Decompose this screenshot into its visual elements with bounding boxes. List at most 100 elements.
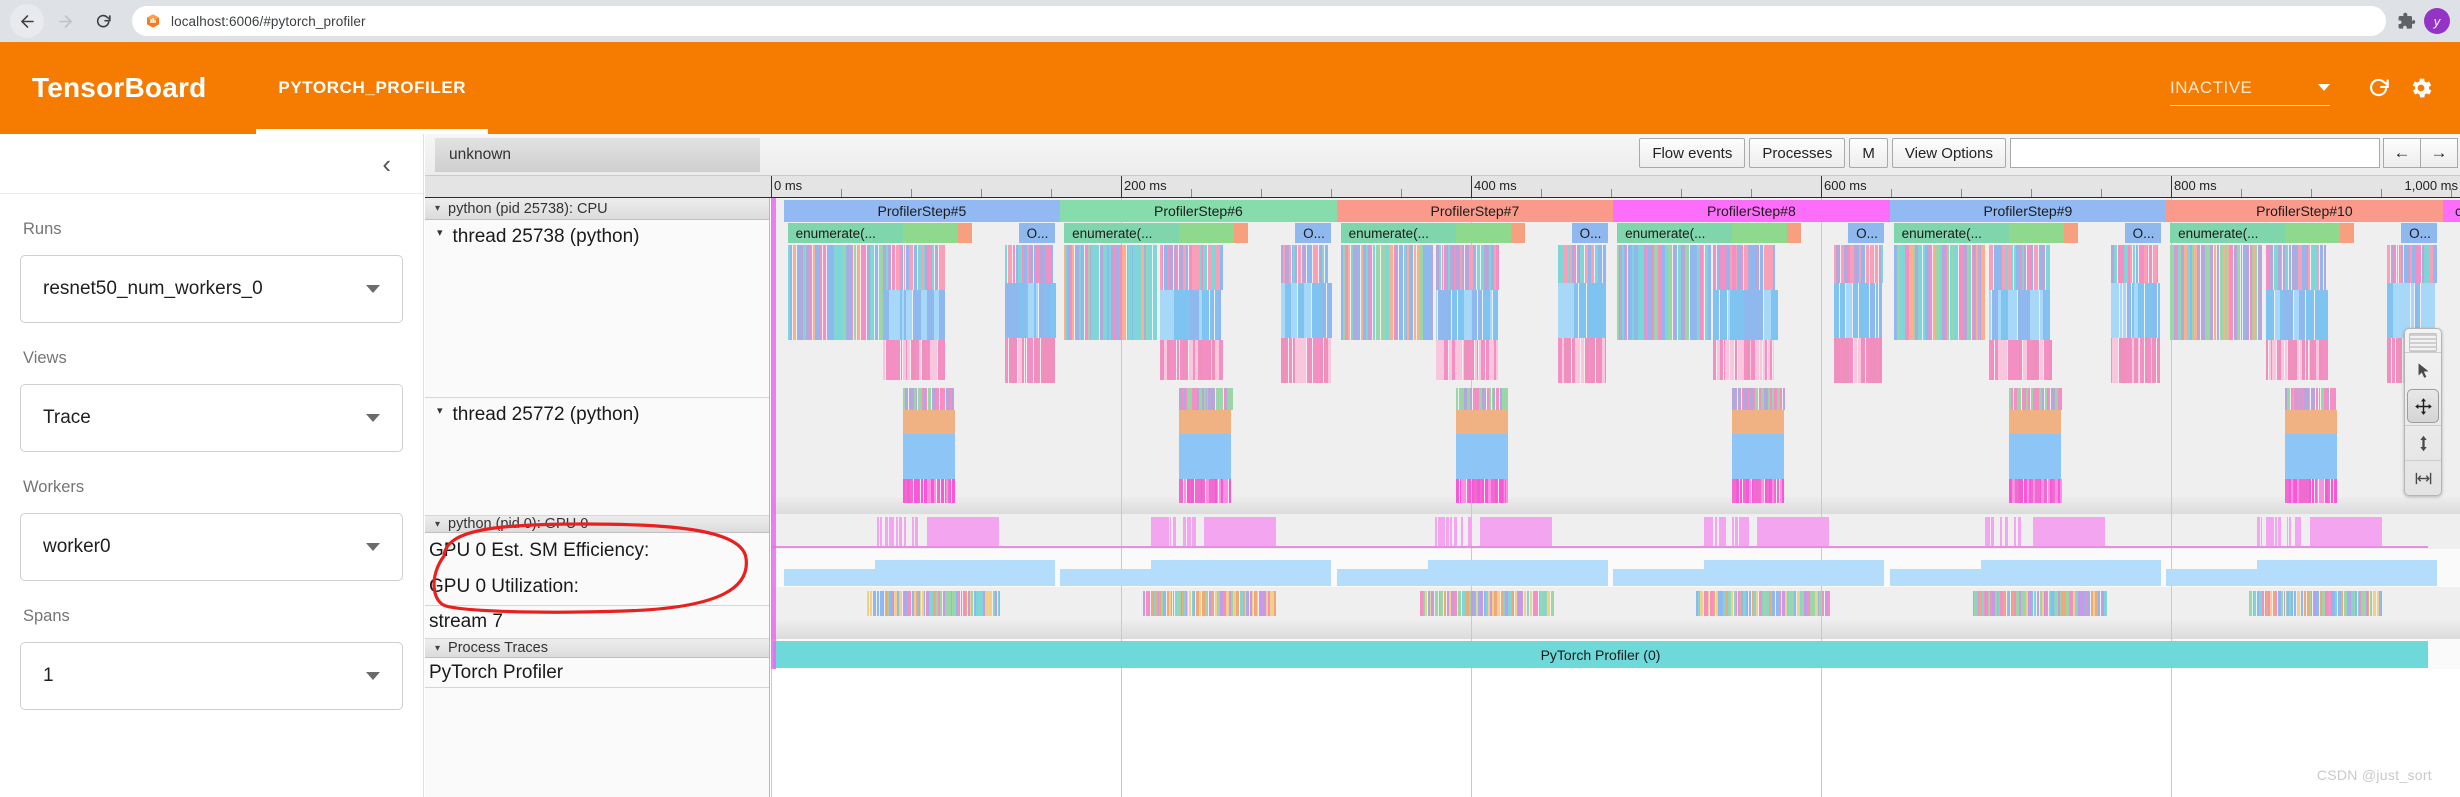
time-cursor[interactable] (771, 198, 776, 669)
slice-enumerate[interactable]: enumerate(... (788, 223, 904, 243)
trace-slice[interactable] (1746, 591, 1748, 616)
trace-slice[interactable] (2255, 245, 2257, 340)
trace-slice[interactable] (1755, 340, 1759, 380)
trace-slice[interactable] (2306, 340, 2308, 380)
trace-slice[interactable] (1981, 517, 1983, 546)
trace-slice[interactable] (1465, 479, 1466, 503)
trace-slice[interactable] (2011, 388, 2013, 410)
trace-slice[interactable] (2317, 479, 2318, 503)
trace-slice[interactable] (2302, 340, 2305, 380)
row-label-stream-7[interactable]: stream 7 (425, 606, 769, 639)
trace-slice[interactable] (1715, 340, 1716, 380)
row-label-thread-25772[interactable]: ▾ thread 25772 (python) (425, 398, 769, 516)
trace-slice[interactable] (909, 245, 913, 290)
trace-slice[interactable] (1173, 591, 1174, 616)
trace-slice[interactable] (1493, 290, 1498, 340)
trace-slice[interactable] (1574, 283, 1578, 338)
gpu-utilization-segment[interactable] (1337, 569, 1428, 586)
trace-slice[interactable] (1851, 338, 1853, 383)
trace-slice[interactable] (1444, 517, 1445, 546)
trace-slice[interactable] (2038, 591, 2039, 616)
pan-move-icon[interactable] (2407, 389, 2439, 423)
trace-slice[interactable] (914, 245, 917, 290)
slice-orange[interactable] (958, 223, 972, 243)
trace-slice[interactable] (1187, 340, 1188, 380)
prev-result-button[interactable]: ← (2383, 138, 2421, 168)
sm-efficiency-pulse[interactable] (1480, 517, 1552, 546)
trace-slice[interactable] (2272, 340, 2276, 380)
trace-slice[interactable] (935, 340, 937, 380)
trace-slice[interactable] (2009, 434, 2061, 479)
trace-slice[interactable] (1414, 245, 1416, 340)
trace-slice[interactable] (2289, 517, 2291, 546)
trace-slice[interactable] (2297, 591, 2300, 616)
trace-slice[interactable] (966, 591, 967, 616)
trace-slice[interactable] (1761, 340, 1762, 380)
trace-slice[interactable] (2021, 479, 2023, 503)
gpu-utilization-segment[interactable] (2166, 569, 2257, 586)
trace-slice[interactable] (1870, 283, 1875, 338)
trace-slice[interactable] (2290, 245, 2291, 290)
group-header-cpu[interactable]: ▾ python (pid 25738): CPU (425, 198, 769, 220)
trace-slice[interactable] (1496, 388, 1499, 410)
runs-select[interactable]: resnet50_num_workers_0 (20, 255, 403, 323)
trace-slice[interactable] (1316, 245, 1318, 283)
trace-slice[interactable] (1303, 338, 1306, 383)
trace-slice[interactable] (1435, 591, 1438, 616)
trace-slice[interactable] (1205, 591, 1208, 616)
trace-slice[interactable] (1735, 340, 1737, 380)
trace-slice[interactable] (2287, 517, 2288, 546)
trace-slice[interactable] (2317, 245, 2319, 290)
trace-slice[interactable] (2316, 388, 2318, 410)
trace-slice[interactable] (1370, 245, 1372, 340)
trace-slice[interactable] (1432, 245, 1433, 340)
trace-slice[interactable] (1983, 245, 1985, 340)
trace-slice[interactable] (2127, 283, 2131, 338)
trace-slice[interactable] (2041, 245, 2045, 290)
trace-slice[interactable] (1470, 388, 1472, 410)
trace-slice[interactable] (2341, 591, 2343, 616)
trace-slice[interactable] (2197, 245, 2200, 340)
trace-slice[interactable] (1485, 388, 1486, 410)
trace-slice[interactable] (1174, 290, 1181, 340)
trace-slice[interactable] (1474, 290, 1477, 340)
trace-slice[interactable] (1483, 340, 1485, 380)
trace-slice[interactable] (1179, 434, 1231, 479)
trace-slice[interactable] (1038, 338, 1040, 383)
trace-slice[interactable] (919, 517, 921, 546)
trace-slice[interactable] (2138, 283, 2144, 338)
trace-slice[interactable] (2379, 591, 2382, 616)
trace-slice[interactable] (2241, 245, 2242, 340)
trace-slice[interactable] (1875, 245, 1878, 283)
trace-slice[interactable] (2040, 340, 2043, 380)
trace-slice[interactable] (2262, 517, 2265, 546)
trace-slice[interactable] (1579, 283, 1586, 338)
trace-slice[interactable] (1871, 245, 1874, 283)
trace-slice[interactable] (1731, 591, 1733, 616)
trace-slice[interactable] (2304, 591, 2306, 616)
trace-slice[interactable] (1780, 388, 1782, 410)
profiler-step-bar[interactable]: ProfilerStep#7 (1337, 200, 1614, 222)
trace-slice[interactable] (1304, 245, 1306, 283)
trace-slice[interactable] (1226, 479, 1228, 503)
trace-slice[interactable] (2158, 283, 2160, 338)
trace-slice[interactable] (2016, 517, 2017, 546)
trace-slice[interactable] (1478, 290, 1482, 340)
trace-slice[interactable] (939, 479, 940, 503)
trace-slice[interactable] (2028, 388, 2030, 410)
trace-slice[interactable] (1853, 283, 1858, 338)
trace-slice[interactable] (996, 591, 997, 616)
trace-slice[interactable] (1480, 591, 1483, 616)
trace-slice[interactable] (875, 517, 876, 546)
trace-slice[interactable] (1162, 245, 1163, 290)
trace-slice[interactable] (1582, 245, 1584, 283)
trace-slice[interactable] (2032, 290, 2039, 340)
trace-slice[interactable] (1496, 340, 1498, 380)
trace-slice[interactable] (2387, 338, 2391, 383)
trace-slice[interactable] (1052, 338, 1055, 383)
trace-slice[interactable] (1473, 245, 1476, 290)
trace-slice[interactable] (1749, 290, 1756, 340)
trace-slice[interactable] (905, 388, 908, 410)
trace-slice[interactable] (952, 388, 954, 410)
trace-slice[interactable] (1756, 591, 1758, 616)
